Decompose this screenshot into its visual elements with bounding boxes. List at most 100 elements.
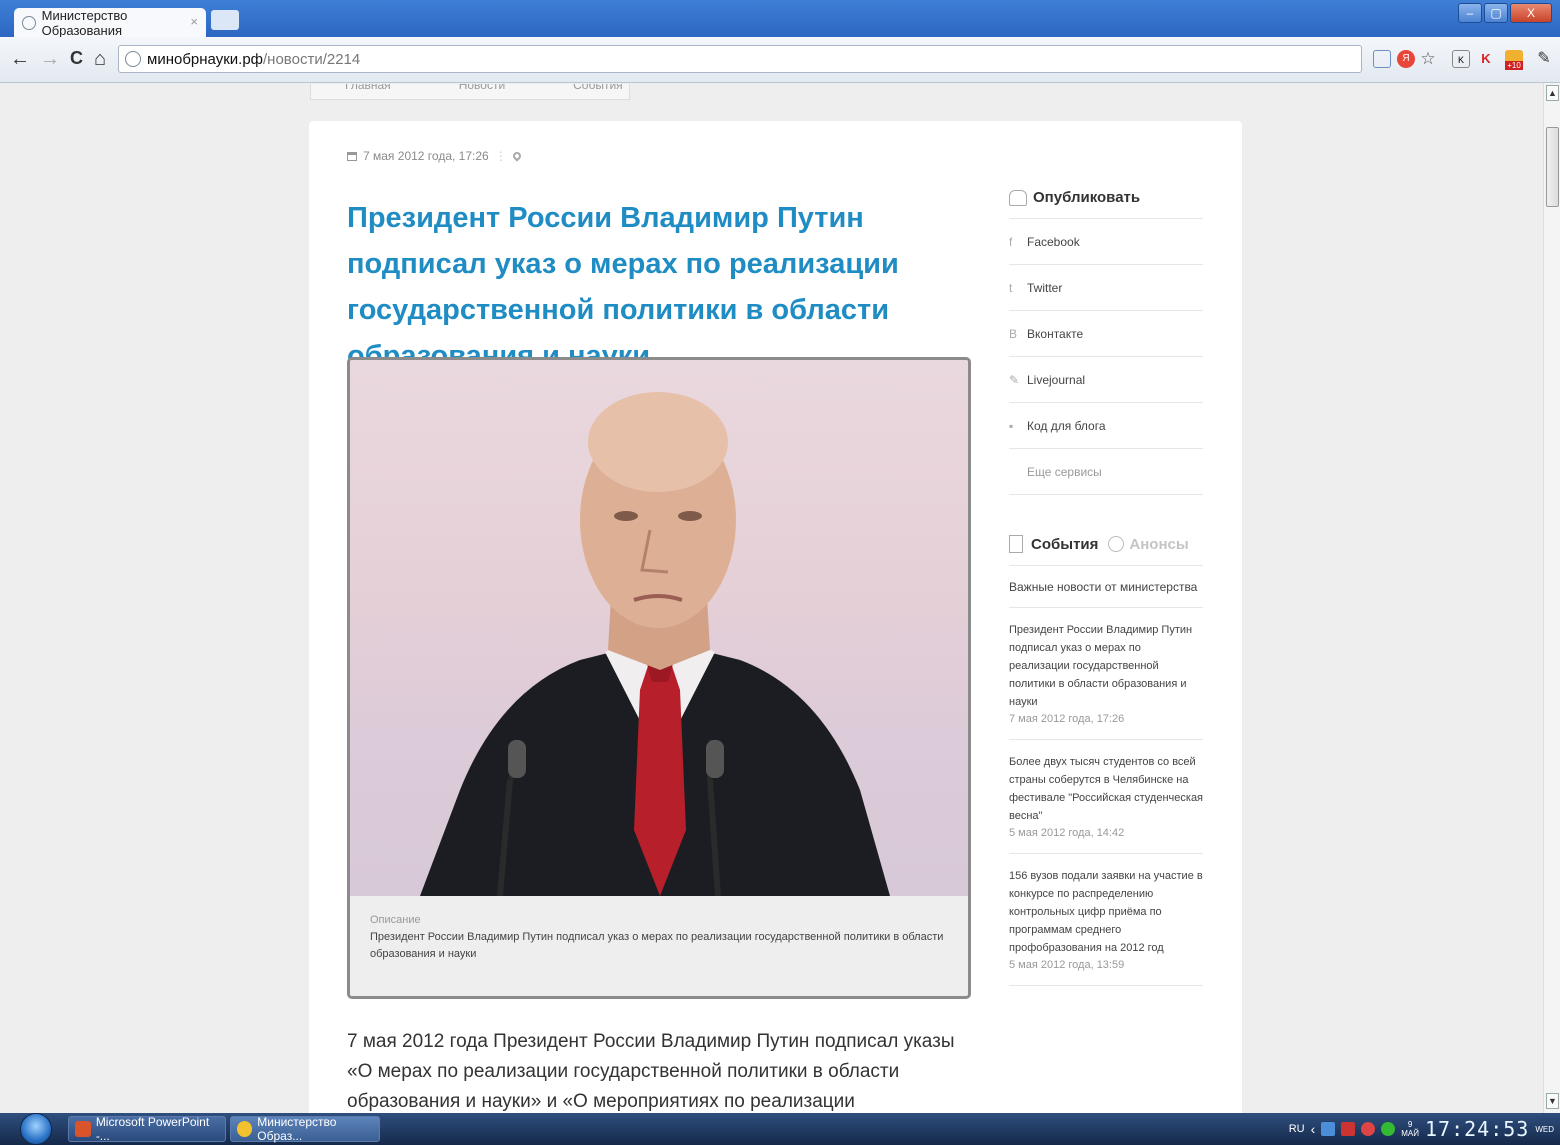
share-twitter[interactable]: t Twitter	[1009, 265, 1203, 311]
tab-close-icon[interactable]: ×	[190, 14, 198, 29]
vertical-scrollbar[interactable]: ▲ ▼	[1543, 83, 1560, 1113]
kaspersky-tray-icon[interactable]	[1341, 1122, 1356, 1136]
news-item-title[interactable]: Президент России Владимир Путин подписал…	[1009, 621, 1203, 711]
page-viewport: Главная Новости События 7 мая 2012 года,…	[0, 84, 1543, 1113]
news-item-title[interactable]: 156 вузов подали заявки на участие в кон…	[1009, 867, 1203, 957]
window-controls: – ▢ X	[1458, 3, 1552, 23]
browser-tab[interactable]: Министерство Образования ×	[14, 8, 206, 38]
caption-text: Президент России Владимир Путин подписал…	[370, 931, 944, 960]
news-item-date: 7 мая 2012 года, 17:26	[1009, 713, 1125, 725]
clock-icon	[1108, 536, 1125, 552]
breadcrumb-news[interactable]: Новости	[425, 84, 539, 99]
article-card: 7 мая 2012 года, 17:26 ⋮ Президент Росси…	[309, 121, 1242, 1113]
url-host: минобрнауки.рф	[147, 50, 264, 68]
share-livejournal[interactable]: ✎ Livejournal	[1009, 357, 1203, 403]
article-figure: Описание Президент России Владимир Путин…	[347, 357, 971, 999]
home-icon[interactable]: ⌂	[94, 48, 106, 71]
photo-caption: Описание Президент России Владимир Путин…	[370, 912, 950, 963]
breadcrumb: Главная Новости События	[310, 84, 630, 100]
page-icon[interactable]	[1373, 50, 1391, 68]
update-icon[interactable]	[1381, 1122, 1396, 1136]
article-title: Президент России Владимир Путин подписал…	[347, 202, 899, 372]
clock-display[interactable]: 17:24:53	[1425, 1117, 1529, 1141]
antivirus-icon[interactable]	[1361, 1122, 1376, 1136]
yandex-icon[interactable]: Я	[1397, 50, 1415, 68]
vkontakte-icon: B	[1009, 326, 1018, 341]
twitter-icon: t	[1009, 280, 1013, 295]
globe-icon	[22, 15, 36, 30]
breadcrumb-events[interactable]: События	[539, 84, 657, 99]
tray-expand-icon[interactable]: ‹	[1311, 1121, 1316, 1137]
sidebar: Опубликовать f Facebook t Twitter B Вкон…	[1009, 189, 1203, 986]
facebook-icon: f	[1009, 234, 1013, 249]
news-item-title[interactable]: Более двух тысяч студентов со всей стран…	[1009, 753, 1203, 825]
article-lede: 7 мая 2012 года Президент России Владими…	[347, 1031, 955, 1112]
location-pin-icon[interactable]	[511, 150, 523, 162]
meta-separator: ⋮	[494, 149, 507, 163]
tab-announcements[interactable]: Анонсы	[1129, 536, 1188, 553]
news-item-date: 5 мая 2012 года, 13:59	[1009, 959, 1125, 971]
wrench-icon[interactable]: ✎	[1535, 50, 1553, 68]
chrome-icon	[237, 1121, 253, 1137]
news-item[interactable]: 156 вузов подали заявки на участие в кон…	[1009, 854, 1203, 986]
share-facebook[interactable]: f Facebook	[1009, 219, 1203, 265]
share-heading-label: Опубликовать	[1033, 189, 1141, 206]
badge-extension-icon[interactable]: +10	[1505, 50, 1523, 70]
events-tabs: События Анонсы	[1009, 535, 1203, 566]
new-tab-button[interactable]	[211, 10, 239, 30]
document-icon	[1009, 535, 1023, 553]
browser-toolbar: ← → C ⌂ минобрнауки.рф/новости/2214 Я ☆ …	[0, 37, 1560, 83]
language-indicator[interactable]: RU	[1289, 1123, 1305, 1135]
k-extension-icon[interactable]: K	[1452, 50, 1470, 68]
more-services-link[interactable]: Еще сервисы	[1009, 449, 1203, 495]
portrait-illustration	[420, 392, 890, 896]
start-button[interactable]	[20, 1113, 52, 1145]
minimize-button[interactable]: –	[1458, 3, 1482, 23]
taskbar-browser[interactable]: Министерство Образ...	[230, 1115, 380, 1143]
taskbar-powerpoint[interactable]: Microsoft PowerPoint -...	[68, 1115, 226, 1143]
events-subheading: Важные новости от министерства	[1009, 566, 1203, 608]
breadcrumb-home[interactable]: Главная	[311, 84, 425, 99]
news-item[interactable]: Президент России Владимир Путин подписал…	[1009, 608, 1203, 740]
share-heading: Опубликовать	[1009, 189, 1203, 219]
scroll-up-button[interactable]: ▲	[1546, 85, 1559, 101]
day-number: 9	[1407, 1120, 1413, 1129]
tab-events[interactable]: События	[1031, 536, 1098, 553]
livejournal-icon: ✎	[1009, 372, 1020, 387]
kaspersky-icon[interactable]: K	[1477, 50, 1495, 68]
share-label: Вконтакте	[1027, 326, 1084, 341]
forward-icon[interactable]: →	[40, 48, 60, 71]
star-icon[interactable]: ☆	[1419, 50, 1437, 68]
article-date: 7 мая 2012 года, 17:26	[363, 149, 489, 163]
calendar-icon	[347, 151, 357, 161]
share-vkontakte[interactable]: B Вконтакте	[1009, 311, 1203, 357]
close-window-button[interactable]: X	[1510, 3, 1552, 23]
restore-button[interactable]: ▢	[1484, 3, 1508, 23]
share-label: Twitter	[1027, 280, 1063, 295]
share-blog-code[interactable]: ▪ Код для блога	[1009, 403, 1203, 449]
task-label: Министерство Образ...	[257, 1115, 337, 1143]
weekday-label: WED	[1535, 1124, 1554, 1134]
share-label: Facebook	[1027, 234, 1080, 249]
article-meta: 7 мая 2012 года, 17:26 ⋮	[347, 149, 523, 163]
share-label: Livejournal	[1027, 372, 1086, 387]
site-info-icon[interactable]	[125, 51, 141, 67]
scroll-thumb[interactable]	[1546, 127, 1559, 207]
share-label: Код для блога	[1027, 418, 1106, 433]
caption-label: Описание	[370, 914, 421, 926]
scroll-down-button[interactable]: ▼	[1546, 1093, 1559, 1109]
system-tray: RU ‹ 9 МАЙ 17:24:53 WED	[1283, 1113, 1560, 1145]
month-name: МАЙ	[1401, 1129, 1419, 1138]
news-item-date: 5 мая 2012 года, 14:42	[1009, 827, 1125, 839]
people-icon	[1009, 189, 1027, 206]
network-icon[interactable]	[1321, 1122, 1336, 1136]
back-icon[interactable]: ←	[10, 48, 30, 71]
article-photo[interactable]	[350, 360, 968, 896]
url-path: /новости/2214	[263, 50, 361, 68]
browser-tabbar: Министерство Образования × – ▢ X	[0, 0, 1560, 38]
news-item[interactable]: Более двух тысяч студентов со всей стран…	[1009, 740, 1203, 854]
address-bar[interactable]: минобрнауки.рф/новости/2214	[118, 45, 1362, 73]
date-indicator: 9 МАЙ	[1401, 1120, 1419, 1138]
reload-icon[interactable]: C	[70, 48, 83, 69]
blog-code-icon: ▪	[1009, 418, 1014, 433]
